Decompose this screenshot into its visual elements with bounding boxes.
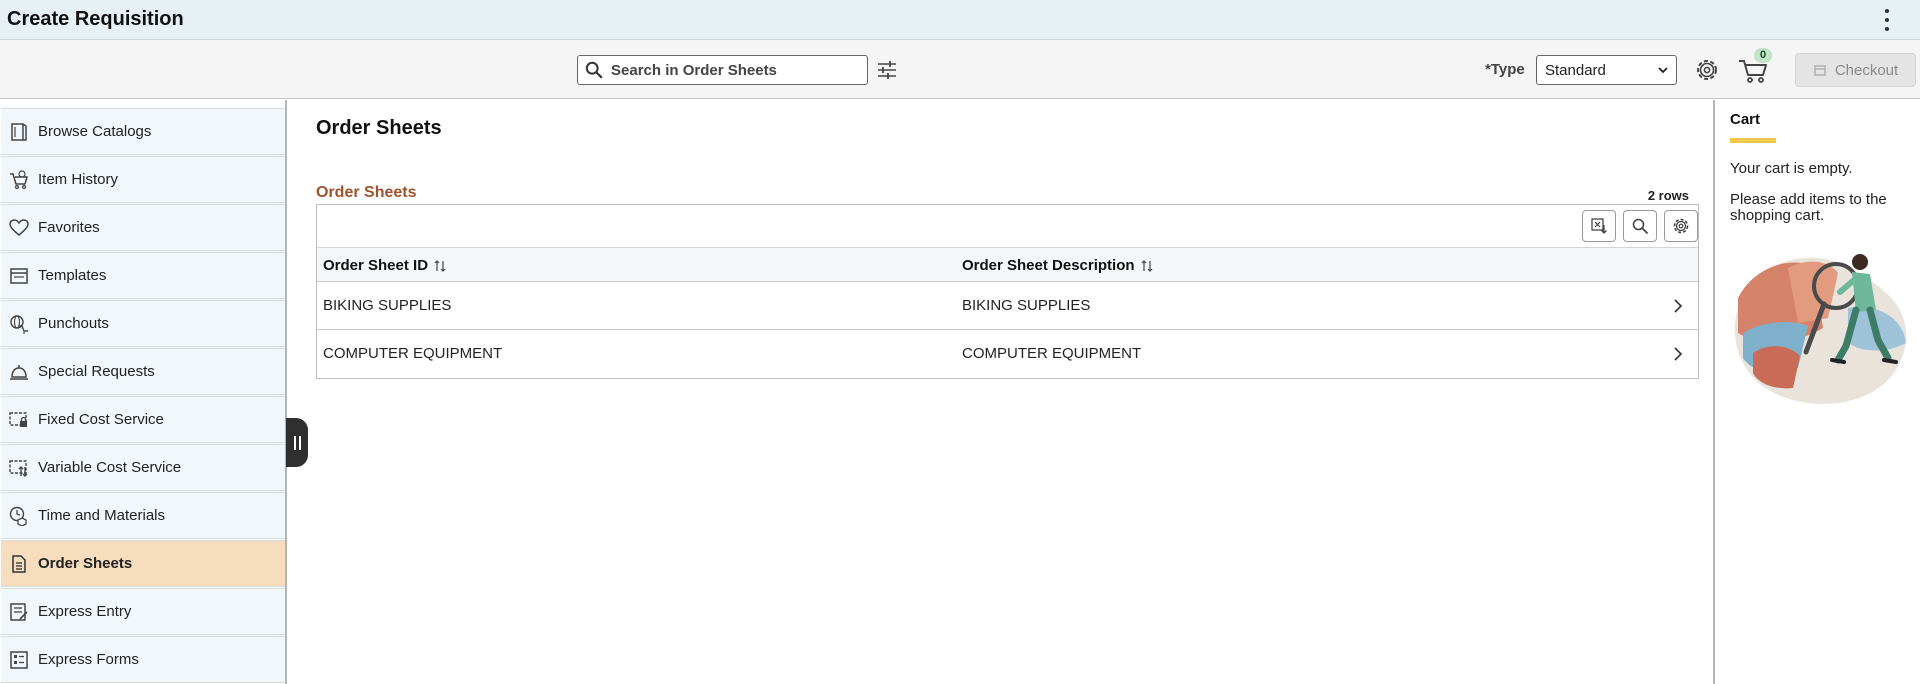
sidebar-item-time-and-materials[interactable]: Time and Materials bbox=[1, 492, 285, 539]
grid-header: Order Sheet ID Order Sheet Description bbox=[317, 248, 1698, 282]
gear-icon[interactable] bbox=[1694, 57, 1720, 83]
cart-help-message: Please add items to the shopping cart. bbox=[1730, 191, 1887, 224]
express-entry-icon bbox=[8, 601, 30, 623]
sidebar-item-label: Templates bbox=[38, 267, 107, 284]
punchout-icon bbox=[8, 313, 30, 335]
table-row[interactable]: BIKING SUPPLIES BIKING SUPPLIES bbox=[317, 282, 1698, 330]
export-button[interactable] bbox=[1582, 210, 1616, 242]
table-row[interactable]: COMPUTER EQUIPMENT COMPUTER EQUIPMENT bbox=[317, 330, 1698, 378]
order-sheet-id-cell: BIKING SUPPLIES bbox=[323, 297, 452, 314]
search-icon bbox=[585, 61, 603, 79]
sidebar-item-label: Punchouts bbox=[38, 315, 109, 332]
title-bar: Create Requisition bbox=[0, 0, 1920, 40]
chevron-right-icon[interactable] bbox=[1672, 298, 1684, 314]
type-select[interactable]: Standard bbox=[1536, 55, 1677, 85]
gear-icon bbox=[1673, 218, 1689, 234]
sidebar-item-express-forms[interactable]: Express Forms bbox=[1, 636, 285, 683]
search-input[interactable] bbox=[611, 61, 851, 79]
variable-cost-icon bbox=[8, 457, 30, 479]
sidebar-item-label: Browse Catalogs bbox=[38, 123, 152, 140]
rows-count: 2 rows bbox=[1647, 188, 1689, 203]
sidebar-item-order-sheets[interactable]: Order Sheets bbox=[1, 540, 285, 587]
sort-icon bbox=[1141, 259, 1152, 272]
page-header-title: Create Requisition bbox=[7, 8, 184, 30]
column-header-order-sheet-id[interactable]: Order Sheet ID bbox=[323, 257, 447, 274]
cart-title: Cart bbox=[1730, 111, 1761, 128]
sidebar-nav: Browse Catalogs Item History Favorites T… bbox=[0, 100, 287, 684]
sidebar-item-label: Special Requests bbox=[38, 363, 155, 380]
bell-icon bbox=[8, 361, 30, 383]
sort-icon bbox=[434, 259, 446, 272]
sidebar-item-label: Express Forms bbox=[38, 651, 139, 668]
checkout-button[interactable]: Checkout bbox=[1795, 53, 1916, 87]
template-icon bbox=[8, 265, 30, 287]
sidebar-item-punchouts[interactable]: Punchouts bbox=[1, 300, 285, 347]
book-icon bbox=[8, 121, 30, 143]
cart-count-badge: 0 bbox=[1754, 48, 1772, 63]
filter-settings-icon[interactable] bbox=[876, 59, 898, 81]
sidebar-item-label: Favorites bbox=[38, 219, 100, 236]
search-box[interactable] bbox=[577, 55, 868, 85]
sidebar-item-label: Variable Cost Service bbox=[38, 459, 182, 476]
more-options-icon[interactable] bbox=[1884, 9, 1890, 31]
type-select-value: Standard bbox=[1545, 61, 1606, 79]
type-label: *Type bbox=[1485, 61, 1525, 78]
order-sheet-description-cell: BIKING SUPPLIES bbox=[962, 297, 1091, 314]
column-header-label: Order Sheet ID bbox=[323, 257, 429, 274]
grid-section-title: Order Sheets bbox=[316, 184, 417, 201]
checkout-label: Checkout bbox=[1834, 61, 1899, 79]
sidebar-item-label: Express Entry bbox=[38, 603, 132, 620]
sidebar-item-templates[interactable]: Templates bbox=[1, 252, 285, 299]
chevron-right-icon[interactable] bbox=[1672, 346, 1684, 362]
export-icon bbox=[1591, 218, 1607, 234]
sidebar-item-fixed-cost-service[interactable]: Fixed Cost Service bbox=[1, 396, 285, 443]
sidebar-item-browse-catalogs[interactable]: Browse Catalogs bbox=[1, 108, 285, 155]
heart-icon bbox=[8, 217, 30, 239]
sidebar-item-label: Fixed Cost Service bbox=[38, 411, 164, 428]
column-header-label: Order Sheet Description bbox=[962, 257, 1135, 274]
sidebar-item-special-requests[interactable]: Special Requests bbox=[1, 348, 285, 395]
sidebar-item-variable-cost-service[interactable]: Variable Cost Service bbox=[1, 444, 285, 491]
grid-settings-button[interactable] bbox=[1664, 210, 1698, 242]
sidebar-item-label: Item History bbox=[38, 171, 119, 188]
cart-panel: Cart Your cart is empty. Please add item… bbox=[1713, 100, 1920, 684]
sidebar-item-express-entry[interactable]: Express Entry bbox=[1, 588, 285, 635]
sidebar-item-label: Order Sheets bbox=[38, 555, 133, 572]
order-sheets-grid: Order Sheet ID Order Sheet Description B… bbox=[316, 204, 1699, 379]
sidebar-item-label: Time and Materials bbox=[38, 507, 165, 524]
express-forms-icon bbox=[8, 649, 30, 671]
empty-cart-illustration bbox=[1734, 254, 1907, 404]
toolbar: *Type Standard 0 Checkout bbox=[0, 40, 1920, 99]
sidebar-item-favorites[interactable]: Favorites bbox=[1, 204, 285, 251]
page-title: Order Sheets bbox=[316, 117, 442, 139]
checkout-icon bbox=[1814, 65, 1826, 76]
time-materials-icon bbox=[8, 505, 30, 527]
document-icon bbox=[8, 553, 30, 575]
search-icon bbox=[1632, 218, 1648, 234]
grid-toolbar bbox=[317, 205, 1698, 248]
cart-history-icon bbox=[8, 169, 30, 191]
main-content: Order Sheets Order Sheets 2 rows Order S… bbox=[289, 100, 1713, 684]
fixed-cost-icon bbox=[8, 409, 30, 431]
column-header-order-sheet-description[interactable]: Order Sheet Description bbox=[962, 257, 1154, 274]
chevron-down-icon bbox=[1658, 67, 1668, 74]
cart-empty-message: Your cart is empty. bbox=[1730, 160, 1853, 177]
cart-title-underline bbox=[1730, 138, 1776, 143]
order-sheet-id-cell: COMPUTER EQUIPMENT bbox=[323, 345, 503, 362]
grid-search-button[interactable] bbox=[1623, 210, 1657, 242]
sidebar-item-item-history[interactable]: Item History bbox=[1, 156, 285, 203]
order-sheet-description-cell: COMPUTER EQUIPMENT bbox=[962, 345, 1142, 362]
